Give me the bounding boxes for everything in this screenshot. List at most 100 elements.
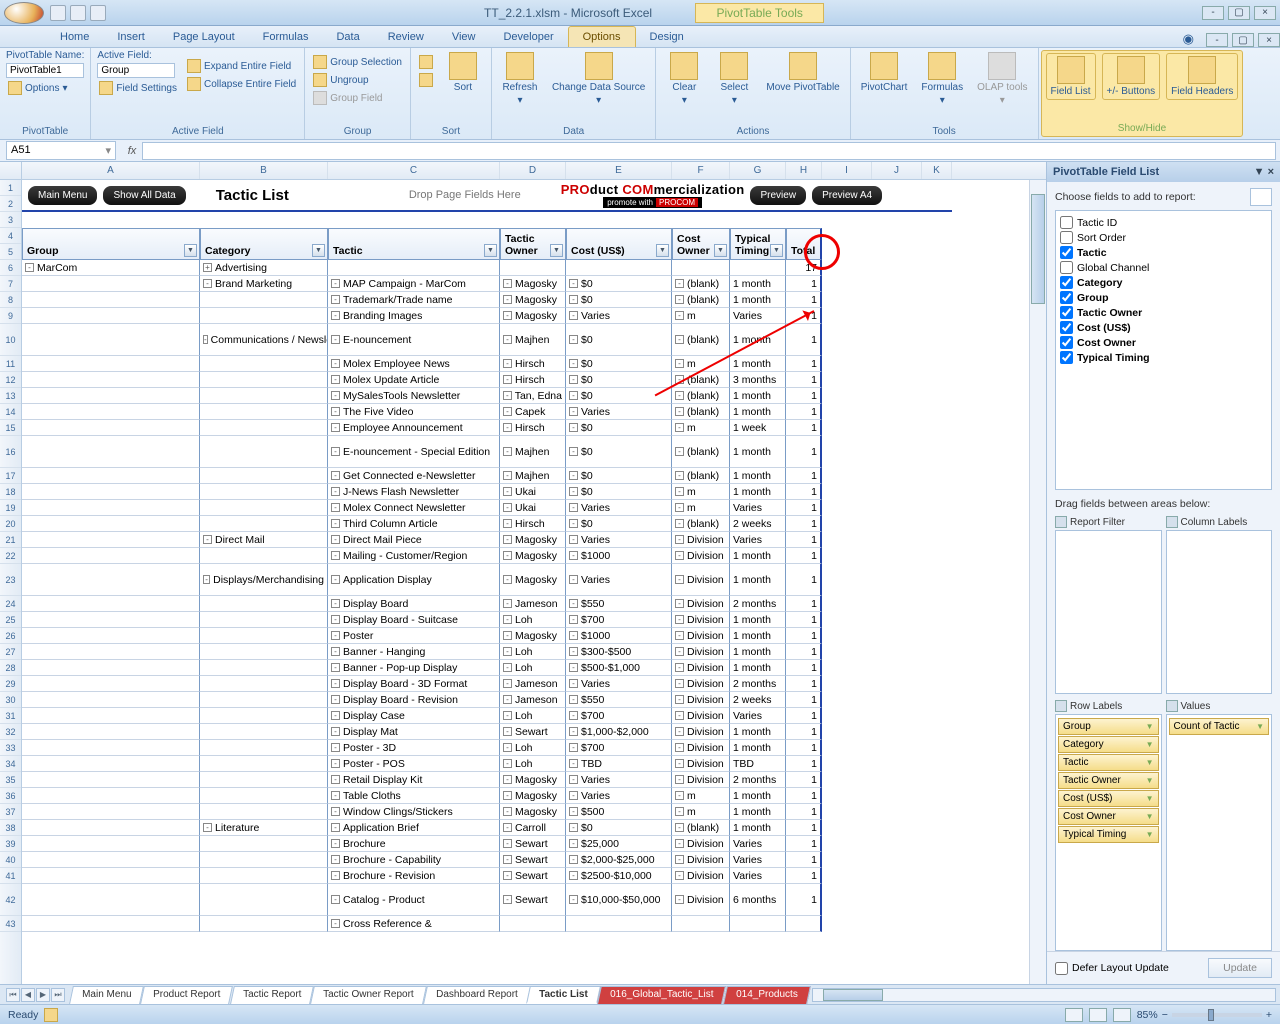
table-cell[interactable]: 1 month (730, 388, 786, 404)
expand-icon[interactable]: - (675, 391, 684, 400)
name-box[interactable]: A51▾ (6, 141, 116, 160)
table-cell[interactable]: -$700 (566, 708, 672, 724)
table-cell[interactable]: -Table Cloths (328, 788, 500, 804)
table-cell[interactable] (200, 852, 328, 868)
table-cell[interactable]: 1 month (730, 820, 786, 836)
table-cell[interactable] (200, 372, 328, 388)
expand-icon[interactable]: - (569, 711, 578, 720)
expand-icon[interactable]: - (503, 679, 512, 688)
table-cell[interactable]: -Division (672, 564, 730, 596)
dropdown-icon[interactable]: ▼ (550, 244, 563, 257)
table-cell[interactable] (500, 916, 566, 932)
table-cell[interactable]: -$0 (566, 292, 672, 308)
table-cell[interactable]: Varies (730, 708, 786, 724)
expand-icon[interactable]: - (675, 727, 684, 736)
table-cell[interactable]: -Molex Connect Newsletter (328, 500, 500, 516)
table-cell[interactable]: -Jameson (500, 692, 566, 708)
expand-icon[interactable]: - (331, 471, 340, 480)
expand-icon[interactable]: - (331, 743, 340, 752)
expand-icon[interactable]: - (675, 311, 684, 320)
expand-icon[interactable]: - (569, 311, 578, 320)
table-cell[interactable]: Varies (730, 836, 786, 852)
expand-icon[interactable]: - (503, 551, 512, 560)
table-cell[interactable] (22, 788, 200, 804)
table-cell[interactable]: -$700 (566, 612, 672, 628)
table-cell[interactable]: 2 months (730, 676, 786, 692)
table-cell[interactable]: 1 month (730, 484, 786, 500)
table-cell[interactable]: -(blank) (672, 388, 730, 404)
table-cell[interactable]: -Display Board - 3D Format (328, 676, 500, 692)
table-cell[interactable]: -Varies (566, 500, 672, 516)
col-B[interactable]: B (200, 162, 328, 179)
row-29[interactable]: 29 (0, 676, 21, 692)
expand-icon[interactable]: - (569, 615, 578, 624)
table-cell[interactable]: -Sewart (500, 836, 566, 852)
table-cell[interactable]: -m (672, 420, 730, 436)
expand-icon[interactable]: - (569, 535, 578, 544)
table-cell[interactable] (200, 500, 328, 516)
col-G[interactable]: G (730, 162, 786, 179)
row-27[interactable]: 27 (0, 644, 21, 660)
expand-icon[interactable]: - (675, 519, 684, 528)
col-A[interactable]: A (22, 162, 200, 179)
table-cell[interactable]: 1 month (730, 740, 786, 756)
row-19[interactable]: 19 (0, 500, 21, 516)
table-cell[interactable]: -Division (672, 612, 730, 628)
sheet-tab-dashboard-report[interactable]: Dashboard Report (423, 986, 531, 1004)
close-icon[interactable]: × (1254, 6, 1276, 20)
expand-icon[interactable]: - (675, 375, 684, 384)
expand-icon[interactable]: - (203, 279, 212, 288)
expand-icon[interactable]: - (675, 895, 684, 904)
expand-icon[interactable]: - (331, 807, 340, 816)
field-global-channel[interactable]: Global Channel (1060, 260, 1267, 275)
expand-icon[interactable]: - (331, 919, 340, 928)
expand-icon[interactable]: - (569, 295, 578, 304)
expand-icon[interactable]: - (675, 791, 684, 800)
restore-icon[interactable]: ▢ (1228, 6, 1250, 20)
table-cell[interactable]: 1 month (730, 436, 786, 468)
expand-icon[interactable]: - (569, 759, 578, 768)
defer-layout-checkbox[interactable]: Defer Layout Update (1055, 962, 1169, 975)
table-cell[interactable]: -$0 (566, 372, 672, 388)
table-cell[interactable]: -$25,000 (566, 836, 672, 852)
refresh-button[interactable]: Refresh ▾ (498, 50, 542, 108)
column-labels-drop[interactable] (1166, 530, 1273, 694)
table-cell[interactable] (22, 772, 200, 788)
table-cell[interactable]: 1 month (730, 468, 786, 484)
sheet-tab-tactic-owner-report[interactable]: Tactic Owner Report (310, 986, 426, 1004)
table-cell[interactable]: 1 month (730, 564, 786, 596)
expand-icon[interactable]: - (675, 695, 684, 704)
table-cell[interactable]: 1 month (730, 804, 786, 820)
expand-icon[interactable]: - (331, 575, 340, 584)
table-cell[interactable]: 1 (786, 772, 822, 788)
table-cell[interactable]: -Display Board - Revision (328, 692, 500, 708)
row-39[interactable]: 39 (0, 836, 21, 852)
table-cell[interactable]: -Hirsch (500, 372, 566, 388)
expand-icon[interactable]: - (331, 503, 340, 512)
table-cell[interactable]: -Cross Reference & (328, 916, 500, 932)
row-labels-drop[interactable]: Group▼Category▼Tactic▼Tactic Owner▼Cost … (1055, 714, 1162, 951)
table-cell[interactable]: -Sewart (500, 852, 566, 868)
table-cell[interactable]: -Window Clings/Stickers (328, 804, 500, 820)
table-cell[interactable] (22, 372, 200, 388)
fieldlist-layout-icon[interactable] (1250, 188, 1272, 206)
table-cell[interactable]: 1 (786, 356, 822, 372)
table-cell[interactable]: -Brochure (328, 836, 500, 852)
sheet-tab-014-products[interactable]: 014_Products (723, 986, 811, 1004)
header-cost[interactable]: Cost (US$)▼ (566, 228, 672, 260)
row-43[interactable]: 43 (0, 916, 21, 932)
fx-icon[interactable]: fx (122, 145, 142, 157)
expand-icon[interactable]: - (569, 551, 578, 560)
expand-icon[interactable]: - (569, 391, 578, 400)
table-cell[interactable] (200, 420, 328, 436)
table-cell[interactable] (500, 260, 566, 276)
table-cell[interactable]: -Division (672, 708, 730, 724)
sort-button[interactable]: Sort (441, 50, 485, 95)
expand-icon[interactable]: - (675, 663, 684, 672)
table-cell[interactable] (200, 596, 328, 612)
table-cell[interactable]: -Division (672, 772, 730, 788)
table-cell[interactable] (22, 804, 200, 820)
table-cell[interactable] (22, 660, 200, 676)
table-cell[interactable]: Varies (730, 868, 786, 884)
row-8[interactable]: 8 (0, 292, 21, 308)
